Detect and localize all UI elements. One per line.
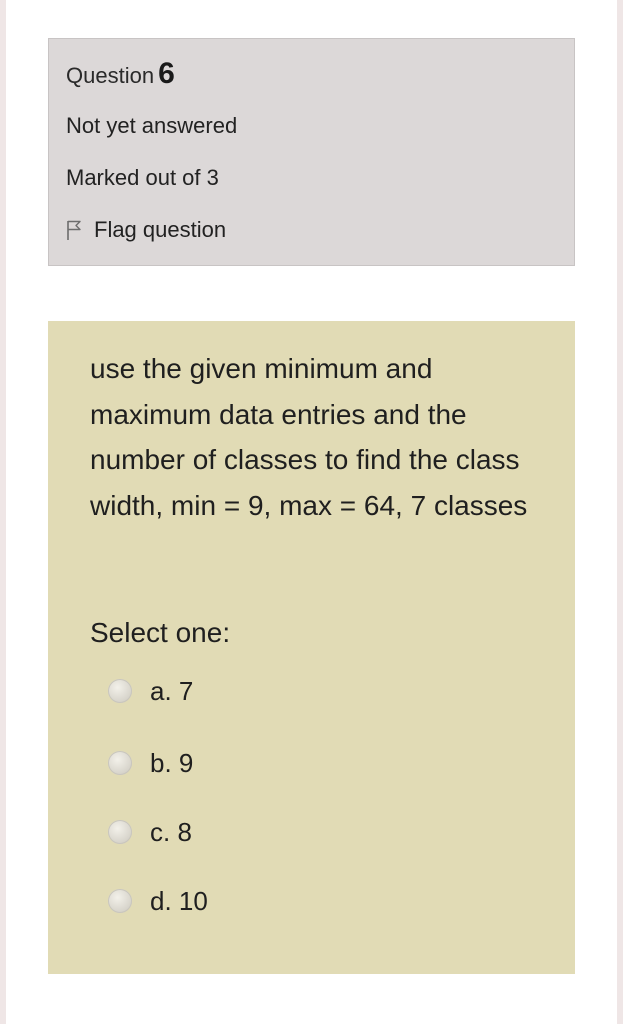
question-label: Question	[66, 63, 155, 88]
answer-option-label: c. 8	[150, 816, 192, 847]
question-content-panel: use the given minimum and maximum data e…	[48, 321, 575, 974]
flag-question-label: Flag question	[94, 217, 227, 242]
question-info-panel: Question 6 Not yet answered Marked out of…	[48, 38, 575, 266]
question-text: use the given minimum and maximum data e…	[90, 353, 528, 521]
answer-option-d[interactable]: d. 10	[108, 881, 208, 921]
radio-button[interactable]	[108, 679, 132, 703]
answer-option-a[interactable]: a. 7	[108, 671, 193, 711]
answer-status: Not yet answered	[66, 113, 238, 138]
answer-option-label: d. 10	[150, 885, 208, 916]
question-number: 6	[158, 57, 175, 90]
answer-option-label: a. 7	[150, 675, 194, 706]
answer-option-label: b. 9	[150, 747, 194, 778]
flag-question-link[interactable]: Flag question	[66, 217, 226, 243]
page-edge-right	[617, 0, 623, 1024]
flag-icon	[67, 220, 81, 240]
answer-option-b[interactable]: b. 9	[108, 743, 193, 783]
marks-info: Marked out of 3	[66, 165, 219, 190]
question-heading: Question 6	[66, 57, 175, 91]
radio-button[interactable]	[108, 820, 132, 844]
radio-button[interactable]	[108, 889, 132, 913]
select-one-prompt: Select one:	[90, 617, 231, 648]
radio-button[interactable]	[108, 751, 132, 775]
answer-option-c[interactable]: c. 8	[108, 812, 192, 852]
page-edge-left	[0, 0, 6, 1024]
